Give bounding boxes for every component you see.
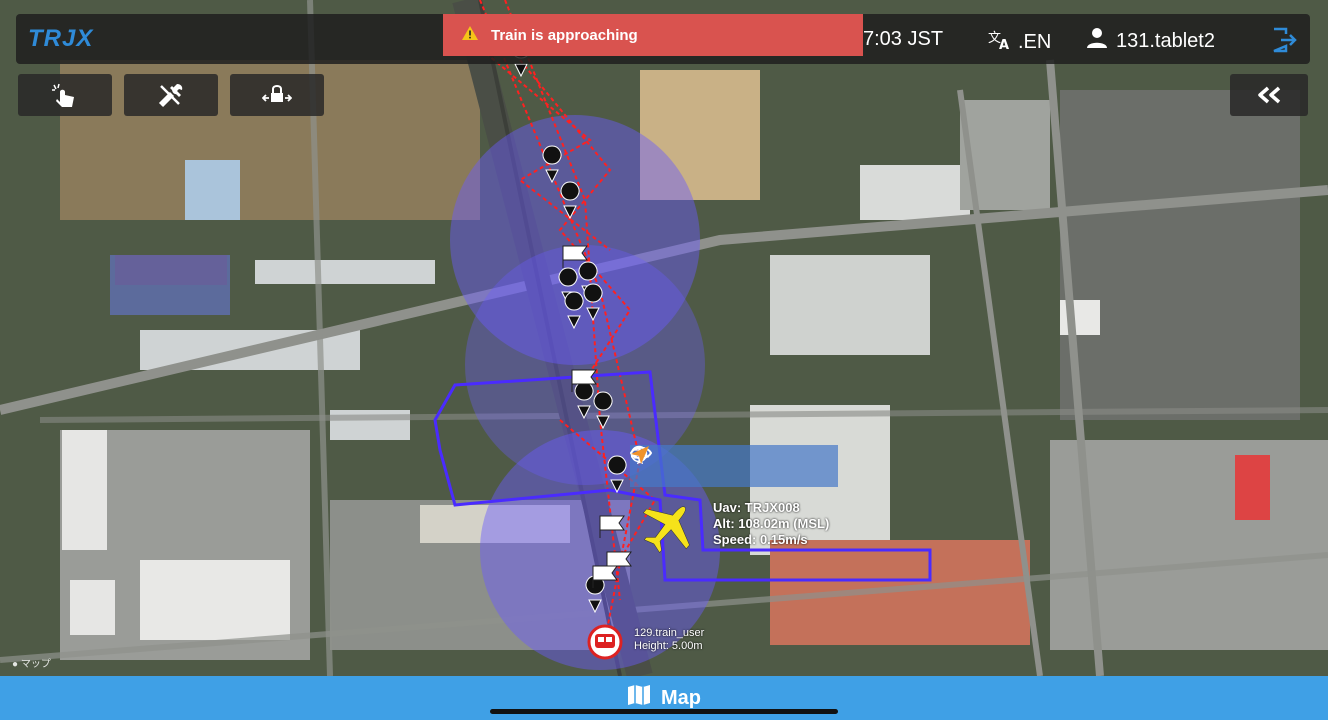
translate-icon: 文A [988, 28, 1014, 56]
uav-speed: Speed: 0.15m/s [713, 532, 808, 547]
warning-icon [461, 25, 479, 45]
user-icon [1086, 27, 1108, 55]
language-switcher[interactable]: 文A .EN [988, 28, 1051, 56]
train-alert-banner: Train is approaching [443, 14, 863, 56]
uav-info-label: Uav: TRJX008 Alt: 108.02m (MSL) Speed: 0… [713, 500, 829, 548]
anchor-icon [262, 85, 292, 102]
touch-icon [52, 83, 74, 107]
uav-name: Uav: TRJX008 [713, 500, 800, 515]
clock: 7:03 JST [863, 28, 944, 50]
app-logo: TRJX [28, 25, 94, 52]
svg-text:A: A [999, 38, 1009, 50]
user-menu[interactable]: 131.tablet2 [1086, 27, 1215, 55]
map-attribution: ● マップ [12, 659, 51, 670]
apple-logo-icon: ● [12, 659, 19, 670]
user-name: 131.tablet2 [1116, 29, 1215, 52]
alert-text: Train is approaching [491, 26, 638, 44]
collapse-panel-button[interactable] [1230, 74, 1308, 116]
language-label: .EN [1018, 30, 1052, 53]
home-indicator [490, 709, 838, 714]
logout-button[interactable] [1270, 26, 1298, 54]
uav-popup-toolbar [630, 445, 838, 487]
train-name: 129.train_user [634, 627, 705, 639]
map-icon [627, 684, 651, 712]
map-tab-label: Map [661, 686, 701, 709]
train-info-label: 129.train_user Height: 5.00m [634, 627, 704, 653]
logout-icon [1273, 27, 1297, 53]
tools-button[interactable] [124, 74, 218, 116]
collapse-icon [1258, 86, 1281, 104]
tools-icon [158, 84, 183, 108]
train-height: Height: 5.00m [634, 640, 703, 652]
touch-mode-button[interactable] [18, 74, 112, 116]
uav-altitude: Alt: 108.02m (MSL) [713, 516, 830, 531]
anchor-button[interactable] [230, 74, 324, 116]
